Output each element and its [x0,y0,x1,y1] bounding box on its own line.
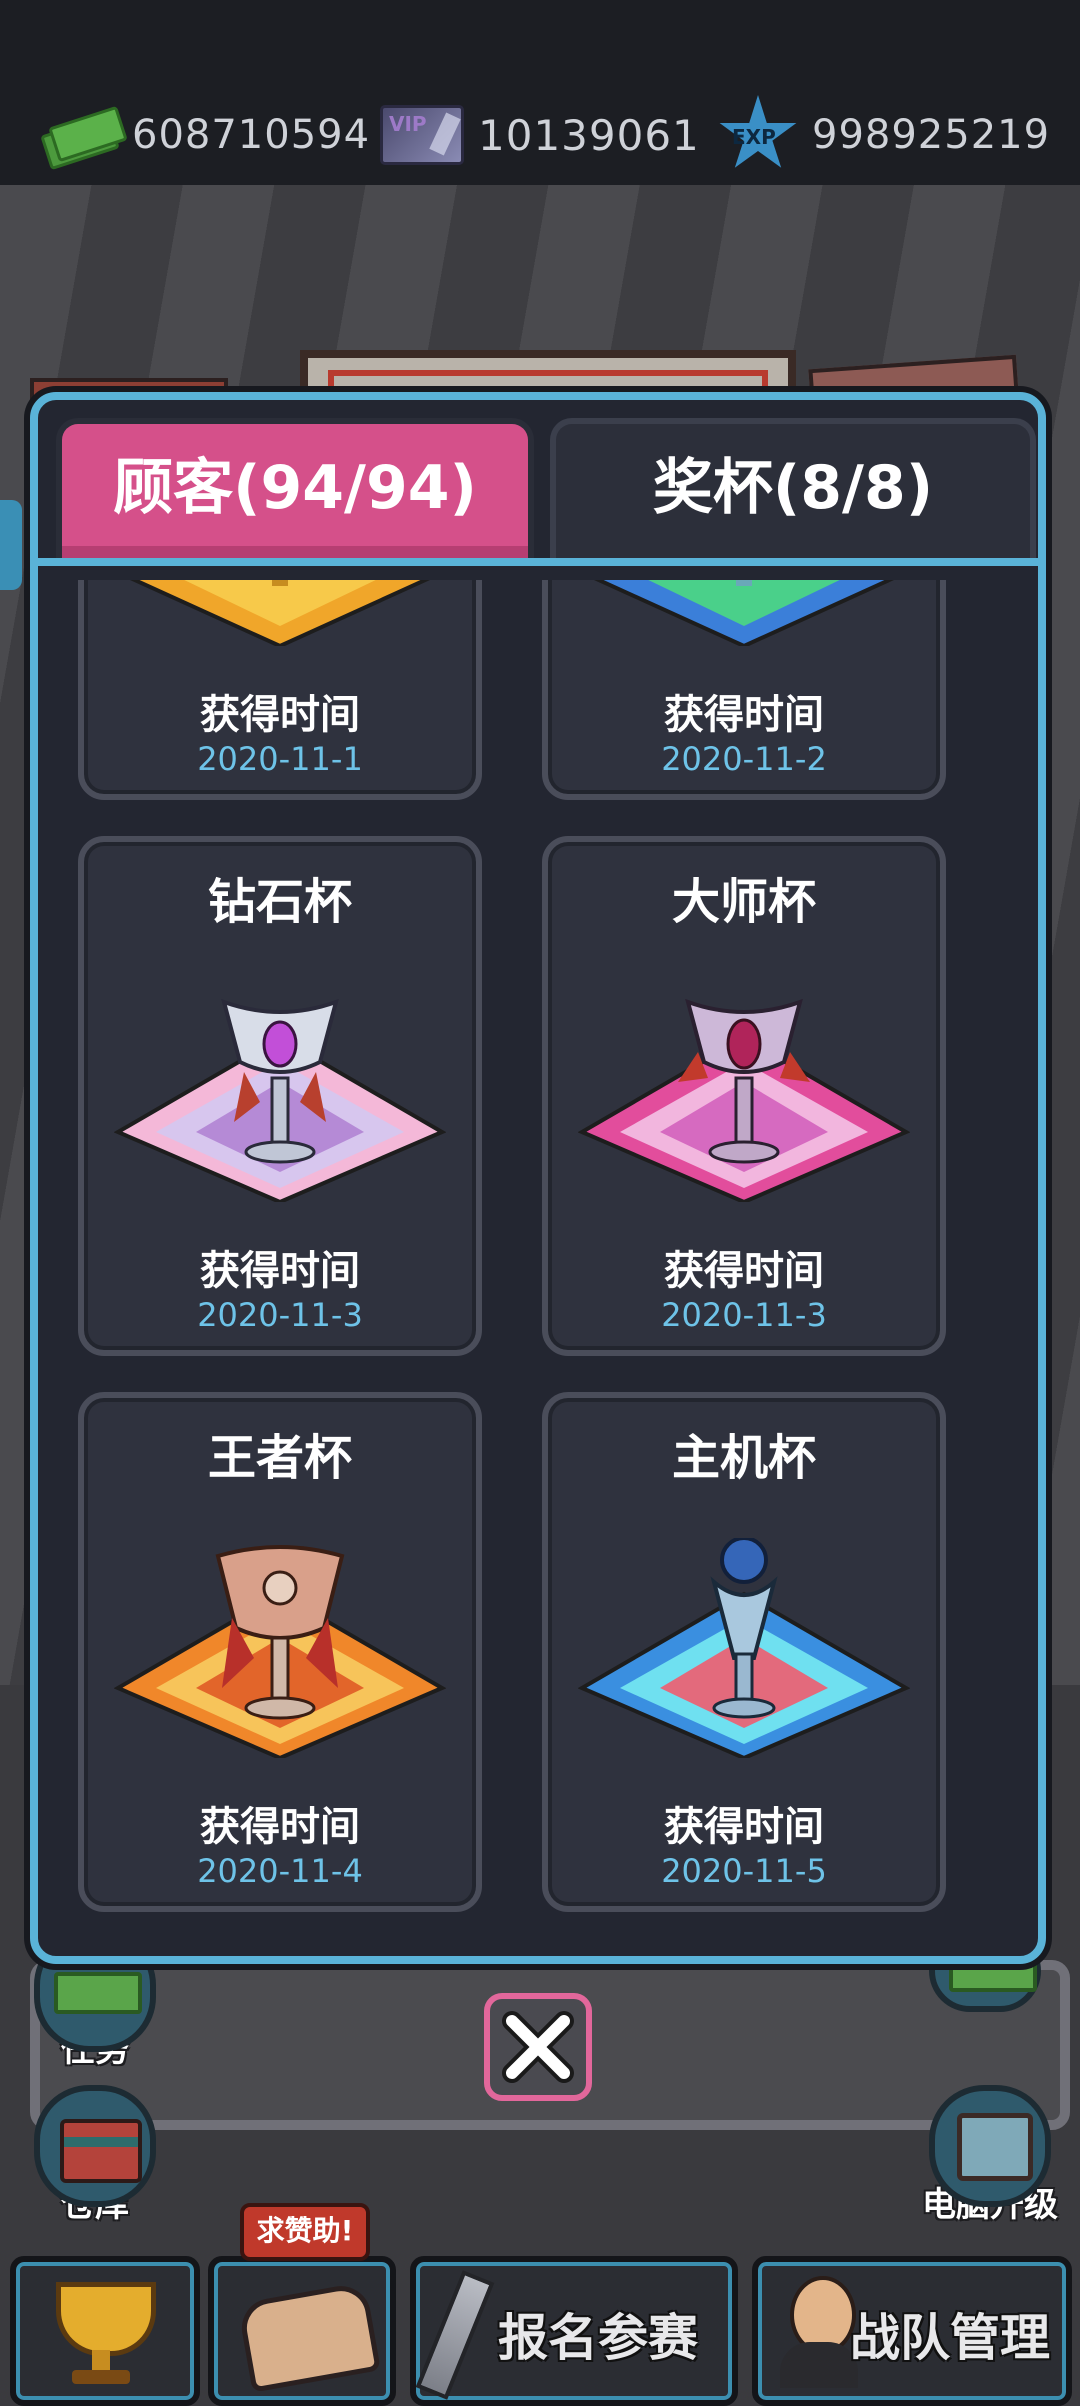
exp-value: 998925219 [812,112,1051,158]
vip-icon-text: VIP [389,112,427,136]
trophy-card[interactable]: 大师杯 获得时间 2020-11-3 [542,836,946,1356]
trophy-nav-button[interactable] [10,2256,200,2406]
vip-value: 10139061 [478,110,700,160]
cash-counter: 608710594 [40,105,371,171]
trophy-grid[interactable]: 获得时间 2020-11-1 获得时间 2020-11-2 钻石杯 获得时间 2… [38,580,1038,1956]
team-manage-label: 战队管理 [850,2309,1050,2367]
tab-trophies-label: 奖杯(8/8) [652,453,934,523]
obtained-time-label: 获得时间 [664,692,824,738]
exp-star-icon: EXP [718,95,798,175]
trophy-name: 主机杯 [671,1430,816,1486]
exp-counter: EXP 998925219 [718,92,1050,178]
trophy-icon [46,2276,156,2386]
trophy-card[interactable]: 钻石杯 获得时间 2020-11-3 [78,836,482,1356]
vip-counter: VIP 10139061 [380,105,700,165]
trophy-name: 钻石杯 [207,874,352,930]
obtained-time-label: 获得时间 [664,1248,824,1294]
cash-value: 608710594 [132,112,371,158]
status-bar: 608710594 VIP 10139061 EXP 998925219 [0,0,1080,185]
obtained-time-label: 获得时间 [200,692,360,738]
trophy-name: 大师杯 [671,874,816,930]
close-button[interactable] [484,1993,592,2101]
register-match-label: 报名参赛 [498,2309,698,2367]
obtained-time-label: 获得时间 [200,1804,360,1850]
trophy-card[interactable]: 获得时间 2020-11-2 [542,580,946,800]
obtained-date: 2020-11-3 [197,1296,363,1334]
gold-cup-trophy-icon [129,580,431,646]
console-cup-trophy-icon [578,1538,910,1758]
trophy-name: 王者杯 [207,1430,352,1486]
obtained-date: 2020-11-3 [661,1296,827,1334]
collection-modal: 顾客(94/94) 奖杯(8/8) 获得时间 2020-11-1 获得时间 20… [30,392,1046,1964]
trophy-card[interactable]: 王者杯 获得时间 2020-11-4 [78,1392,482,1912]
handshake-icon [237,2281,381,2393]
obtained-date: 2020-11-1 [197,740,363,778]
trophy-card[interactable]: 主机杯 获得时间 2020-11-5 [542,1392,946,1912]
obtained-date: 2020-11-2 [661,740,827,778]
vip-icon: VIP [380,105,464,165]
master-cup-trophy-icon [578,998,910,1202]
manager-avatar-icon [780,2276,858,2388]
tab-trophies[interactable]: 奖杯(8/8) [550,418,1036,560]
trophy-card[interactable]: 获得时间 2020-11-1 [78,580,482,800]
cash-icon [40,105,128,171]
sword-icon [415,2270,495,2400]
king-cup-trophy-icon [114,1545,446,1758]
obtained-time-label: 获得时间 [200,1248,360,1294]
emerald-cup-trophy-icon [593,580,895,646]
diamond-cup-trophy-icon [114,998,446,1202]
close-icon [502,2011,574,2083]
tab-divider [38,558,1038,566]
tab-customers-label: 顾客(94/94) [113,453,477,523]
obtained-date: 2020-11-5 [661,1852,827,1890]
exp-icon-text: EXP [732,125,776,149]
team-manage-button[interactable]: 战队管理 [752,2256,1072,2406]
obtained-time-label: 获得时间 [664,1804,824,1850]
register-match-button[interactable]: 报名参赛 [410,2256,738,2406]
obtained-date: 2020-11-4 [197,1852,363,1890]
sponsor-nav-button[interactable] [208,2256,396,2406]
bottom-nav: 报名参赛 战队管理 [0,2250,1080,2406]
tab-customers[interactable]: 顾客(94/94) [56,418,534,560]
